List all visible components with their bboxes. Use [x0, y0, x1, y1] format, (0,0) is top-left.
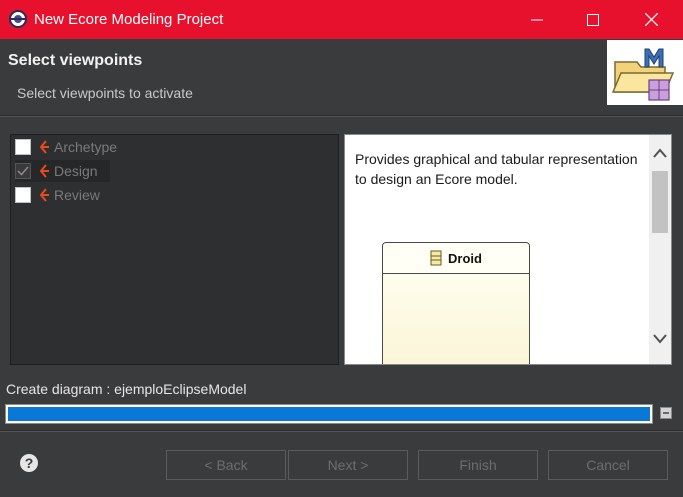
eclass-icon	[430, 250, 442, 266]
stop-icon[interactable]	[660, 407, 672, 419]
viewpoint-item-design[interactable]: Design	[15, 160, 110, 182]
modeling-project-wizard-icon	[611, 48, 675, 101]
eclipse-gear-icon	[9, 10, 27, 28]
checkmark-icon	[17, 166, 29, 176]
viewpoint-label: Review	[54, 187, 100, 203]
cancel-button[interactable]: Cancel	[548, 450, 668, 480]
viewpoint-list[interactable]: Archetype Design Review	[10, 134, 339, 365]
viewpoint-label: Design	[54, 163, 98, 179]
wizard-header: Select viewpoints Select viewpoints to a…	[0, 39, 683, 109]
maximize-button[interactable]	[564, 0, 622, 39]
sirius-viewpoint-icon	[39, 188, 49, 202]
viewpoint-item-archetype[interactable]: Archetype	[15, 136, 117, 158]
minimize-button[interactable]	[508, 0, 566, 39]
class-name: Droid	[448, 250, 482, 266]
back-button[interactable]: < Back	[166, 450, 286, 480]
scroll-thumb[interactable]	[652, 171, 668, 233]
minimize-icon	[531, 19, 543, 20]
window-title: New Ecore Modeling Project	[34, 11, 224, 28]
diagram-preview-class: Droid	[382, 242, 530, 364]
header-divider-highlight	[0, 116, 683, 117]
viewpoint-label: Archetype	[54, 139, 118, 155]
page-subtitle: Select viewpoints to activate	[17, 85, 193, 101]
scroll-up-icon[interactable]	[651, 145, 669, 163]
viewpoint-description-panel[interactable]: Provides graphical and tabular represent…	[344, 134, 672, 365]
progress-label: Create diagram : ejemploEclipseModel	[6, 381, 247, 397]
footer-divider-highlight	[0, 431, 683, 432]
viewpoint-description-text: Provides graphical and tabular represent…	[355, 151, 638, 187]
close-button[interactable]	[622, 0, 680, 39]
viewpoint-checkbox-review[interactable]	[15, 187, 31, 203]
wizard-banner	[607, 40, 683, 105]
next-button[interactable]: Next >	[288, 450, 408, 480]
progress-bar	[5, 404, 653, 424]
window-titlebar: New Ecore Modeling Project	[0, 0, 683, 39]
class-header: Droid	[383, 243, 529, 274]
sirius-viewpoint-icon	[39, 140, 49, 154]
viewpoint-checkbox-design[interactable]	[15, 163, 31, 179]
help-icon[interactable]: ?	[19, 453, 39, 473]
viewpoint-checkbox-archetype[interactable]	[15, 139, 31, 155]
svg-text:?: ?	[25, 455, 34, 471]
scroll-down-icon[interactable]	[651, 329, 669, 347]
close-icon	[644, 13, 658, 26]
page-title: Select viewpoints	[8, 52, 143, 69]
finish-button[interactable]: Finish	[418, 450, 538, 480]
sirius-viewpoint-icon	[39, 164, 49, 178]
maximize-icon	[587, 13, 599, 26]
viewpoint-item-review[interactable]: Review	[15, 184, 100, 206]
vertical-scrollbar[interactable]	[649, 135, 671, 364]
progress-fill	[8, 407, 650, 421]
